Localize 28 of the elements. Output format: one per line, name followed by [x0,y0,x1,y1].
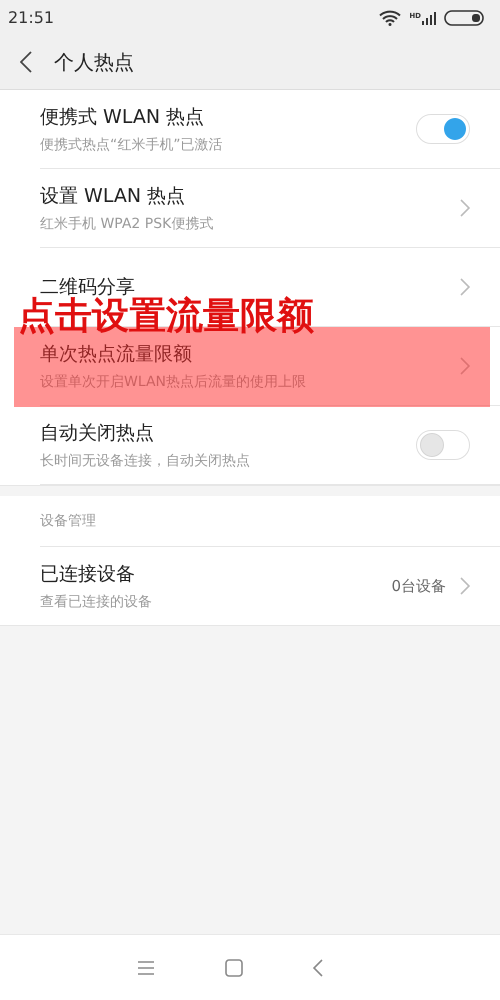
toggle-switch[interactable] [416,430,470,460]
row-title: 设置 WLAN 热点 [40,184,186,209]
row-subtitle: 红米手机 WPA2 PSK便携式 [40,215,214,233]
chevron-right-icon [460,199,470,217]
row-value: 0台设备 [391,576,446,596]
chevron-right-icon [460,357,470,375]
row-title: 单次热点流量限额 [40,342,193,367]
clock-time: 21:51 [8,8,54,27]
back-button[interactable] [20,51,32,73]
row-subtitle: 长时间无设备连接，自动关闭热点 [40,452,251,470]
row-title: 自动关闭热点 [40,421,155,446]
chevron-right-icon [460,577,470,595]
back-icon[interactable] [313,958,323,976]
signal-icon [422,10,436,24]
row-title: 便携式 WLAN 热点 [40,105,206,130]
annotation-caption: 点击设置流量限额 [18,297,314,334]
page-title: 个人热点 [54,48,134,76]
menu-icon[interactable] [137,960,155,976]
section-heading: 设备管理 [40,512,96,530]
chevron-right-icon [460,278,470,296]
toggle-switch[interactable] [416,114,470,144]
wifi-icon [379,10,402,26]
row-title: 已连接设备 [40,562,136,587]
battery-icon [444,10,484,26]
home-icon[interactable] [225,958,243,976]
row-subtitle: 便携式热点“红米手机”已激活 [40,136,224,154]
row-title: 二维码分享 [40,275,135,298]
row-subtitle: 查看已连接的设备 [40,593,153,611]
